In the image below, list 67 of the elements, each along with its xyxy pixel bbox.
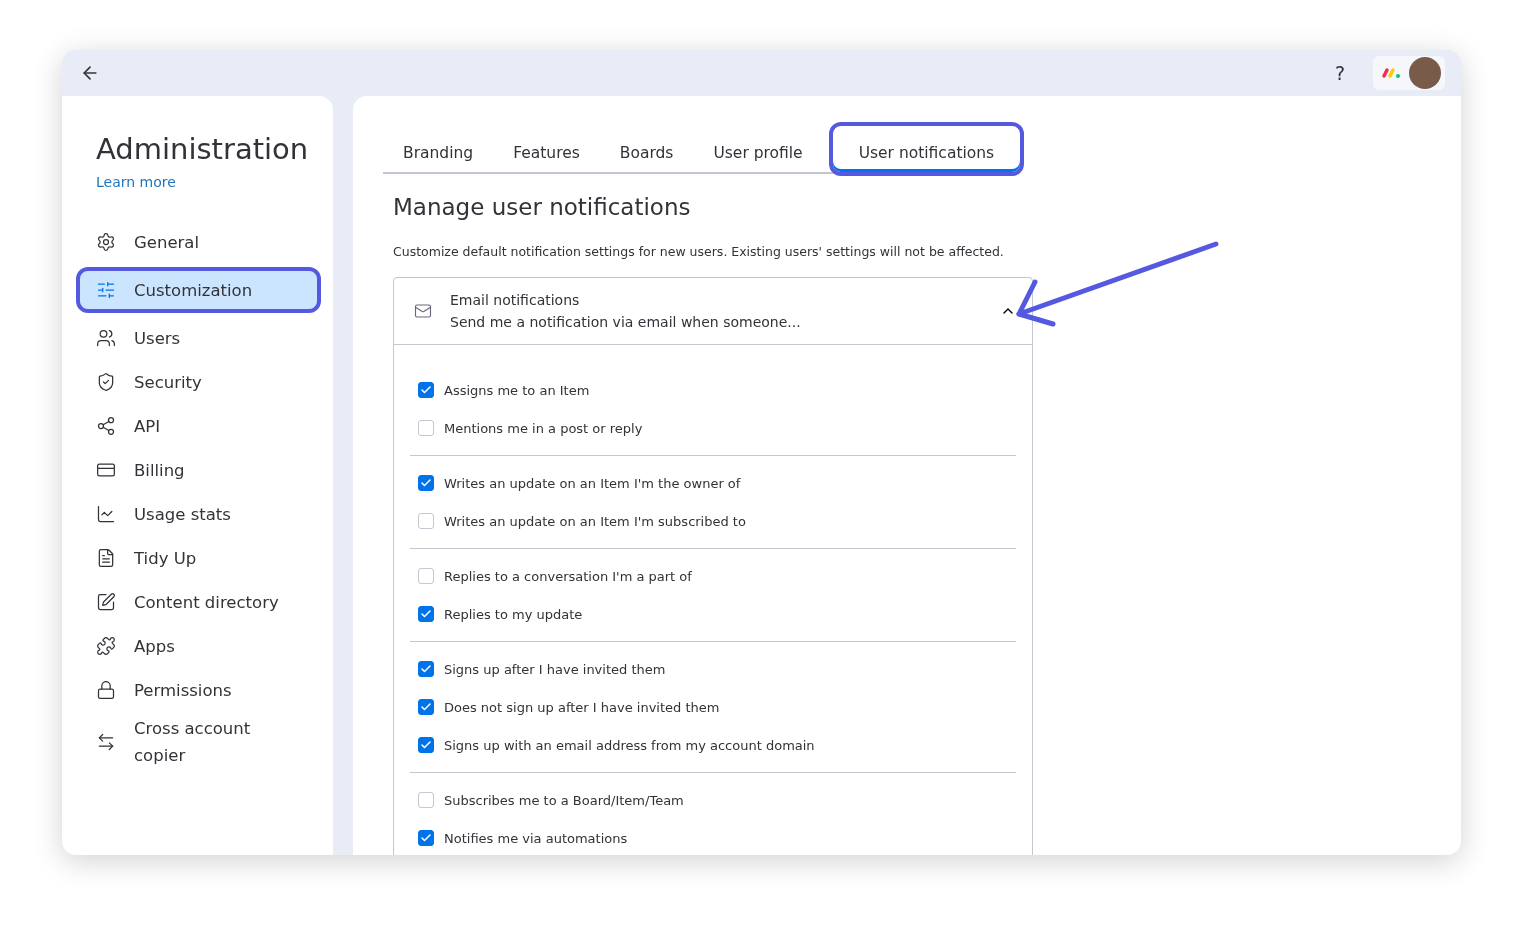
sidebar-item[interactable]: Security xyxy=(80,363,317,401)
edit-icon xyxy=(96,592,116,612)
arrows-icon xyxy=(96,732,116,752)
option-label: Signs up after I have invited them xyxy=(444,661,666,677)
checkbox[interactable] xyxy=(418,737,434,753)
sidebar-item[interactable]: Apps xyxy=(80,627,317,665)
help-icon[interactable]: ? xyxy=(1334,62,1345,84)
option-label: Writes an update on an Item I'm subscribed to xyxy=(444,513,746,529)
option-label: Writes an update on an Item I'm the owner of xyxy=(444,475,741,491)
description: Customize default notification settings for new users. Existing users' settings will not be affected. xyxy=(393,244,1005,259)
checkbox[interactable] xyxy=(418,830,434,846)
tab[interactable]: Features xyxy=(493,126,600,172)
sidebar-item[interactable]: Cross account copier xyxy=(80,715,317,769)
shield-icon xyxy=(96,372,116,392)
mail-icon xyxy=(414,302,432,320)
tab[interactable]: Boards xyxy=(599,126,694,172)
option-label: Does not sign up after I have invited them xyxy=(444,699,720,715)
account-area[interactable] xyxy=(1373,56,1445,90)
tab[interactable]: User profile xyxy=(693,126,823,172)
accordion-header[interactable]: Email notifications Send me a notification via email when someone... xyxy=(394,278,1032,345)
option-label: Replies to a conversation I'm a part of xyxy=(444,568,692,584)
option-label: Notifies me via automations xyxy=(444,830,628,846)
checkbox[interactable] xyxy=(418,699,434,715)
page-heading: Manage user notifications xyxy=(393,194,692,220)
sidebar-item[interactable]: Usage stats xyxy=(80,495,317,533)
check-icon xyxy=(420,384,432,396)
check-icon xyxy=(420,477,432,489)
checkbox[interactable] xyxy=(418,420,434,436)
gear-icon xyxy=(96,232,116,252)
option-label: Subscribes me to a Board/Item/Team xyxy=(444,792,684,808)
sidebar-item[interactable]: Permissions xyxy=(80,671,317,709)
check-icon xyxy=(420,739,432,751)
sidebar-title: Administration xyxy=(95,132,310,166)
option-label: Signs up with an email address from my account domain xyxy=(444,737,815,753)
check-icon xyxy=(420,608,432,620)
checkbox[interactable] xyxy=(418,475,434,491)
sliders-icon xyxy=(96,280,116,300)
checkbox[interactable] xyxy=(418,606,434,622)
checkbox[interactable] xyxy=(418,382,434,398)
sidebar-item[interactable]: Users xyxy=(80,319,317,357)
option-label: Assigns me to an Item xyxy=(444,382,590,398)
check-icon xyxy=(420,701,432,713)
section-subtitle: Send me a notification via email when someone... xyxy=(450,314,802,330)
check-icon xyxy=(420,832,432,844)
puzzle-icon xyxy=(96,636,116,656)
avatar[interactable] xyxy=(1409,57,1441,89)
checkbox[interactable] xyxy=(418,661,434,677)
sidebar-item[interactable]: Tidy Up xyxy=(80,539,317,577)
tab[interactable]: Branding xyxy=(383,126,494,172)
option-label: Replies to my update xyxy=(444,606,583,622)
checkbox[interactable] xyxy=(418,792,434,808)
sidebar-item[interactable]: API xyxy=(80,407,317,445)
checkbox[interactable] xyxy=(418,513,434,529)
sidebar-item[interactable]: Billing xyxy=(80,451,317,489)
document-icon xyxy=(96,548,116,568)
check-icon xyxy=(420,663,432,675)
nodes-icon xyxy=(96,416,116,436)
logo-icon xyxy=(1381,67,1401,79)
option-label: Mentions me in a post or reply xyxy=(444,420,643,436)
sidebar-item[interactable]: Content directory xyxy=(80,583,317,621)
users-icon xyxy=(96,328,116,348)
lock-icon xyxy=(96,680,116,700)
learn-more-link[interactable]: Learn more xyxy=(96,174,176,190)
sidebar-item[interactable]: General xyxy=(80,223,317,261)
chart-icon xyxy=(96,504,116,524)
checkbox[interactable] xyxy=(418,568,434,584)
section-title: Email notifications xyxy=(450,292,581,308)
